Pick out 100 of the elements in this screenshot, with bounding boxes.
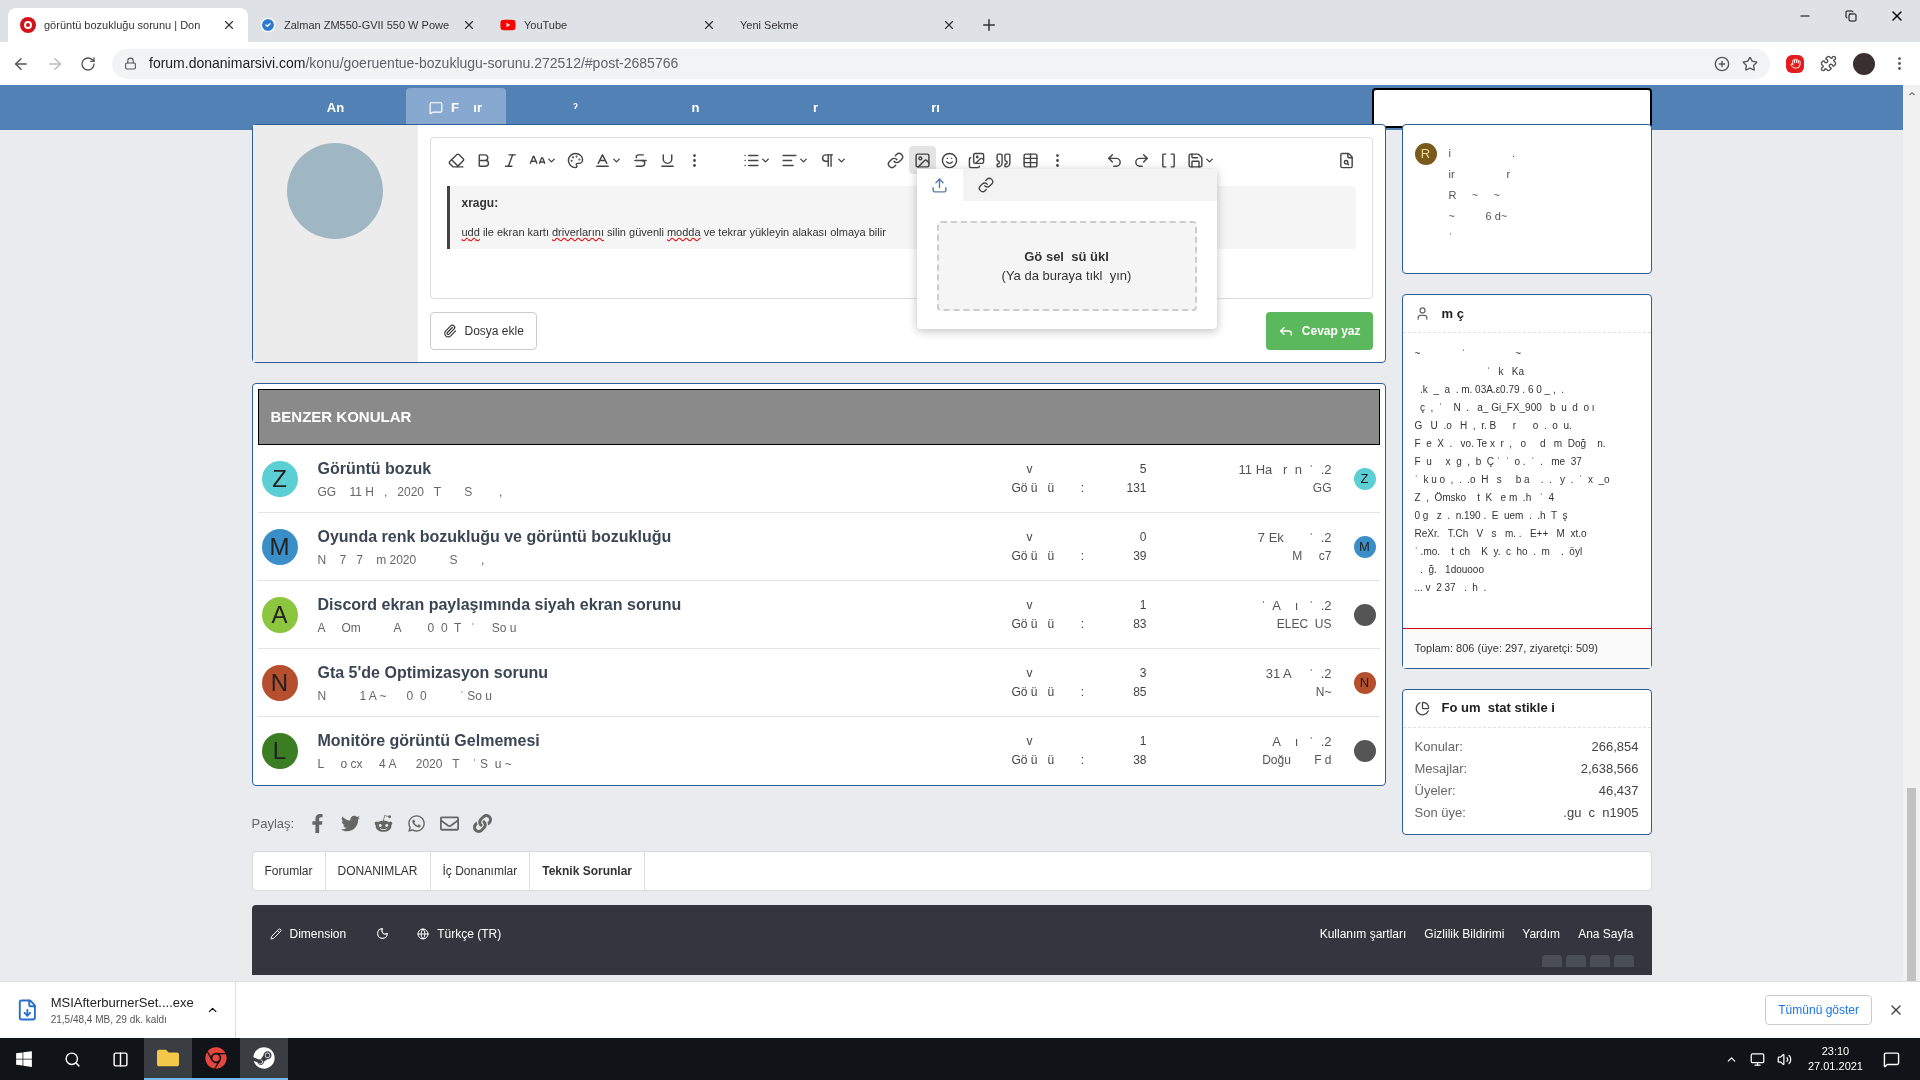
avatar-photo-placeholder [1353,603,1376,626]
nav-tab[interactable]: An [285,87,386,128]
nav-tab[interactable]: rı [885,87,986,128]
user-avatar: Z [1353,467,1376,490]
replies-count: 0 [1139,528,1147,546]
user-avatar: N [261,664,298,701]
stop-hand-icon[interactable] [1786,54,1804,73]
show-all-button[interactable]: Tümünü göster [1765,995,1872,1025]
breadcrumb-link[interactable]: Teknik Sorunlar [530,851,646,890]
avatar-photo-placeholder [1353,740,1376,762]
address-bar[interactable]: forum.donanimarsivi.com/konu/goeruentue-bozuklugu-sorunu.272512/#post-2685766 [112,48,1770,79]
browser-tab[interactable]: Zalman ZM550-GVII 550 W Powe [248,8,488,42]
user-avatar: M [1353,535,1376,558]
replies-label: v [1025,733,1033,750]
clock-time: 23:10 [1820,1044,1851,1059]
language-link[interactable]: Türkçe (TR) [417,924,502,943]
member-names: .k _ a . m. 03A.ε0.79 . 6 0 _ , . [1419,383,1566,397]
footer-link[interactable]: Ana Sayfa [1578,924,1634,943]
activity-text: ir r [1448,167,1512,182]
paperclip-icon [442,324,457,338]
style-link[interactable]: Dimension [269,924,347,943]
scrollbar-thumb[interactable] [1907,787,1916,981]
breadcrumb-link[interactable]: Forumlar [252,851,326,890]
close-icon[interactable] [462,18,476,32]
topic-row[interactable]: M Oyunda renk bozukluğu ve görüntü bozukluğu N 7 7 m 2020 S , v 0 Gö ü ü : 39 7 Ek ˈ .2 M c7 M [257,513,1380,581]
topic-title[interactable]: Görüntü bozuk [317,456,1012,481]
browser-tab[interactable]: YouTube [488,8,728,42]
views-count: 39 [1133,547,1147,565]
online-total: Toplam: 806 (üye: 297, ziyaretçi: 509) [1402,629,1651,668]
taskbar-app[interactable] [144,1038,192,1080]
volume-icon[interactable] [1776,1051,1792,1067]
scroll-up-icon[interactable] [1906,89,1917,99]
activity-text: ~ 6 d~ [1448,209,1509,224]
topic-title[interactable]: Discord ekran paylaşımında siyah ekran sorunu [317,592,1012,617]
drop-zone-title: Gö sel sü ükl [1024,247,1109,266]
image-drop-zone[interactable]: Gö sel sü ükl (Ya da buraya tıkl yın) [936,221,1197,311]
views-label: Gö ü ü : [1011,547,1085,565]
extensions-icon[interactable] [1820,55,1837,72]
browser-tab[interactable]: Yeni Sekme [728,8,968,42]
task-view-icon[interactable] [111,1050,129,1068]
close-icon[interactable] [222,18,236,32]
nav-tab[interactable]: ˀ [525,87,626,128]
nav-tab[interactable]: n [645,87,746,128]
views-count: 85 [1133,683,1147,701]
breadcrumb-link[interactable]: İç Donanımlar [430,851,531,890]
member-names: ˈ k Ka [1485,365,1525,379]
windows-logo-icon[interactable] [15,1050,33,1068]
activity-text: ˈ [1448,230,1454,245]
last-poster: Doğu F d [1261,752,1332,769]
stat-label: Son üye: [1414,803,1466,822]
close-icon[interactable] [942,18,956,32]
restore-icon[interactable] [1845,10,1857,22]
footer-link[interactable]: Gizlilik Bildirimi [1424,924,1505,943]
topic-row[interactable]: Z Görüntü bozuk GG 11 H , 2020 T S , v 5 Gö ü ü : 131 11 Ha r n ˈ .2 GG Z [257,445,1380,513]
topic-title[interactable]: Oyunda renk bozukluğu ve görüntü bozukluğu [317,524,1012,549]
topic-meta: L o cx 4 A 2020 T ˈ S u ~ [317,756,513,773]
folder-icon [157,1047,179,1069]
user-icon [1414,306,1430,321]
link-icon [977,177,994,193]
browser-tab[interactable]: görüntü bozukluğu sorunu | Don [8,8,248,42]
scrollbar[interactable] [1903,85,1920,981]
stat-value: 266,854 [1591,737,1639,756]
whatsapp-icon[interactable] [407,814,427,834]
notifications-icon[interactable] [1883,1050,1900,1068]
search-field[interactable] [1371,87,1652,128]
breadcrumb-link[interactable]: DONANIMLAR [325,851,431,890]
network-icon[interactable] [1749,1051,1765,1067]
last-post-date: 7 Ek ˈ .2 [1256,528,1332,547]
image-icon[interactable] [908,146,936,174]
twitter-icon[interactable] [341,814,361,834]
taskbar-app[interactable] [240,1038,288,1080]
stat-label: Üyeler: [1414,781,1456,800]
close-icon[interactable] [702,18,716,32]
profile-avatar[interactable] [1853,52,1875,75]
download-status-text: 21,5/48,4 MB, 29 dk. kaldı [50,1013,168,1028]
reddit-icon[interactable] [374,814,394,834]
bookmark-star-icon[interactable] [1742,55,1758,72]
topic-title[interactable]: Gta 5'de Optimizasyon sorunu [317,660,1012,685]
link-icon[interactable] [473,814,493,834]
moon-icon[interactable] [376,926,390,940]
views-label: Gö ü ü : [1011,615,1085,633]
search-icon[interactable] [63,1050,81,1068]
reload-icon[interactable] [80,55,96,72]
user-avatar: M [261,528,298,565]
download-file-name[interactable]: MSIAfterburnerSet....exe [50,992,194,1013]
install-icon[interactable] [1714,55,1730,72]
member-names: F u x g , b Ç ˈ ˈ o . ˈ . me 37 [1414,455,1583,469]
member-names: Z , Ömsko t K e m .h ˈ 4 [1414,491,1555,505]
footer-link[interactable]: Yardım [1522,924,1561,943]
card-title: m ç [1441,304,1464,323]
new-tab-icon[interactable] [980,16,998,34]
topic-title[interactable]: Monitöre görüntü Gelmemesi [317,729,1012,753]
mail-icon[interactable] [440,814,460,834]
nav-tab[interactable]: r [765,87,866,128]
footer-link[interactable]: Kullanım şartları [1319,924,1407,943]
last-post-date: A ı ˈ .2 [1271,733,1332,751]
attach-button[interactable]: Dosya ekle [429,312,537,350]
replies-label: v [1025,596,1033,614]
member-names: ˈ .mo. t ch K y. c ho . m . öyl [1414,545,1584,559]
topic-row[interactable]: L Monitöre görüntü Gelmemesi L o cx 4 A 2020 T ˈ S u ~ v 1 Gö ü ü : 38 A ı ˈ .2 Doğu F d [257,717,1380,785]
